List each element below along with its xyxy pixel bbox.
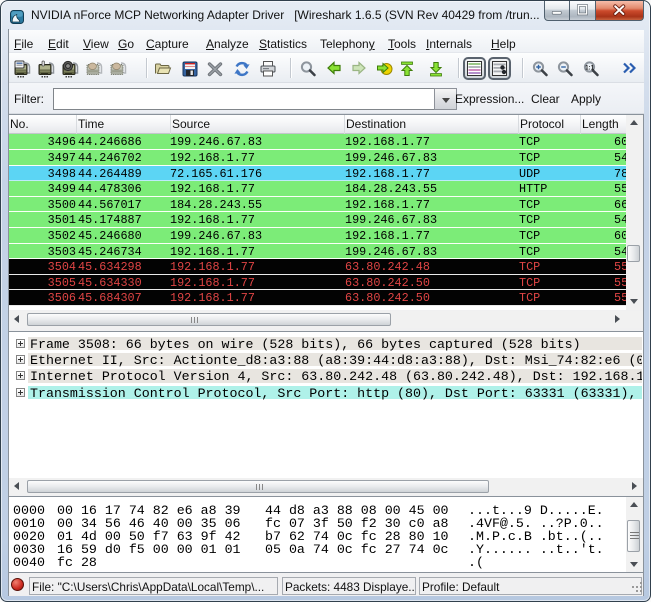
svg-text:1:1: 1:1 xyxy=(585,64,595,71)
